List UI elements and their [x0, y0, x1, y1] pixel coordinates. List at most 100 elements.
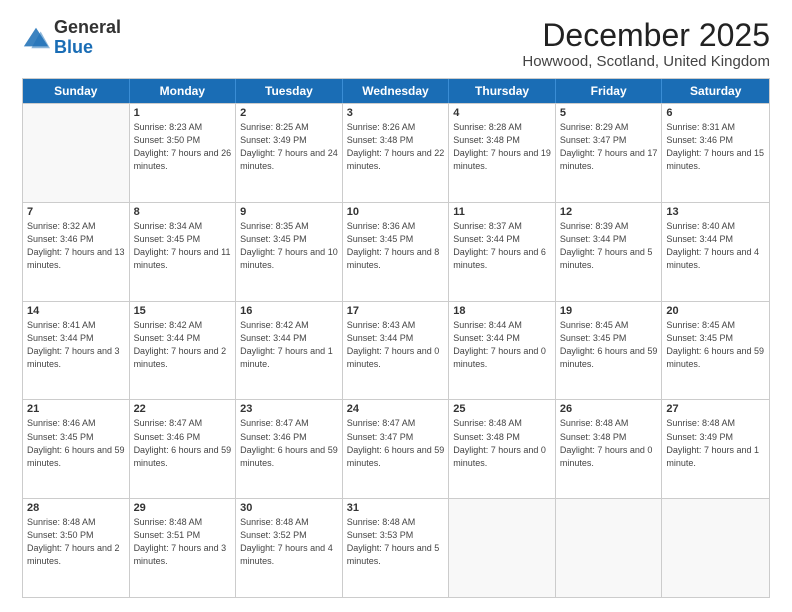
day-info: Sunrise: 8:34 AMSunset: 3:45 PMDaylight:… — [134, 220, 232, 272]
day-info: Sunrise: 8:48 AMSunset: 3:51 PMDaylight:… — [134, 516, 232, 568]
calendar-cell: 13Sunrise: 8:40 AMSunset: 3:44 PMDayligh… — [662, 203, 769, 301]
day-number: 18 — [453, 305, 551, 317]
logo-text: General Blue — [54, 18, 121, 58]
day-number: 15 — [134, 305, 232, 317]
calendar-cell: 24 Sunrise: 8:47 AMSunset: 3:47 PMDayligh… — [343, 400, 450, 498]
calendar-cell: 28Sunrise: 8:48 AMSunset: 3:50 PMDayligh… — [23, 499, 130, 597]
day-info: Sunrise: 8:35 AMSunset: 3:45 PMDaylight:… — [240, 220, 338, 272]
day-info: Sunrise: 8:41 AMSunset: 3:44 PMDaylight:… — [27, 319, 125, 371]
logo-icon — [22, 24, 50, 52]
day-number: 31 — [347, 502, 445, 514]
day-number: 22 — [134, 403, 232, 415]
day-info: Sunrise: 8:48 AMSunset: 3:48 PMDaylight:… — [453, 417, 551, 469]
day-number: 14 — [27, 305, 125, 317]
calendar-cell: 19Sunrise: 8:45 AMSunset: 3:45 PMDayligh… — [556, 302, 663, 400]
calendar-cell: 3Sunrise: 8:26 AMSunset: 3:48 PMDaylight… — [343, 104, 450, 202]
calendar-header-cell: Friday — [556, 79, 663, 103]
calendar-cell: 8 Sunrise: 8:34 AMSunset: 3:45 PMDaylight… — [130, 203, 237, 301]
day-info: Sunrise: 8:28 AMSunset: 3:48 PMDaylight:… — [453, 121, 551, 173]
day-info: Sunrise: 8:40 AMSunset: 3:44 PMDaylight:… — [666, 220, 765, 272]
calendar-cell: 23Sunrise: 8:47 AMSunset: 3:46 PMDayligh… — [236, 400, 343, 498]
day-info: Sunrise: 8:48 AMSunset: 3:48 PMDaylight:… — [560, 417, 658, 469]
day-info: Sunrise: 8:47 AMSunset: 3:46 PMDaylight:… — [134, 417, 232, 469]
day-number: 24 — [347, 403, 445, 415]
day-info: Sunrise: 8:42 AMSunset: 3:44 PMDaylight:… — [240, 319, 338, 371]
calendar-header-cell: Monday — [130, 79, 237, 103]
calendar-week-3: 14 Sunrise: 8:41 AMSunset: 3:44 PMDayligh… — [23, 301, 769, 400]
day-info: Sunrise: 8:48 AMSunset: 3:53 PMDaylight:… — [347, 516, 445, 568]
day-number: 16 — [240, 305, 338, 317]
day-number: 17 — [347, 305, 445, 317]
calendar-cell: 14 Sunrise: 8:41 AMSunset: 3:44 PMDayligh… — [23, 302, 130, 400]
calendar-header-cell: Tuesday — [236, 79, 343, 103]
logo-blue-text: Blue — [54, 37, 93, 57]
calendar-cell: 4 Sunrise: 8:28 AMSunset: 3:48 PMDaylight… — [449, 104, 556, 202]
day-number: 11 — [453, 206, 551, 218]
day-number: 27 — [666, 403, 765, 415]
day-number: 12 — [560, 206, 658, 218]
day-number: 26 — [560, 403, 658, 415]
day-info: Sunrise: 8:48 AMSunset: 3:50 PMDaylight:… — [27, 516, 125, 568]
day-number: 8 — [134, 206, 232, 218]
day-info: Sunrise: 8:26 AMSunset: 3:48 PMDaylight:… — [347, 121, 445, 173]
calendar-cell: 30 Sunrise: 8:48 AMSunset: 3:52 PMDayligh… — [236, 499, 343, 597]
day-number: 21 — [27, 403, 125, 415]
calendar-cell: 9 Sunrise: 8:35 AMSunset: 3:45 PMDaylight… — [236, 203, 343, 301]
calendar-header-cell: Thursday — [449, 79, 556, 103]
day-number: 7 — [27, 206, 125, 218]
day-number: 10 — [347, 206, 445, 218]
subtitle: Howwood, Scotland, United Kingdom — [522, 53, 770, 70]
calendar-cell: 1 Sunrise: 8:23 AMSunset: 3:50 PMDaylight… — [130, 104, 237, 202]
day-info: Sunrise: 8:29 AMSunset: 3:47 PMDaylight:… — [560, 121, 658, 173]
logo-general-text: General — [54, 17, 121, 37]
day-number: 25 — [453, 403, 551, 415]
calendar: SundayMondayTuesdayWednesdayThursdayFrid… — [22, 78, 770, 598]
calendar-cell: 12 Sunrise: 8:39 AMSunset: 3:44 PMDayligh… — [556, 203, 663, 301]
day-info: Sunrise: 8:32 AMSunset: 3:46 PMDaylight:… — [27, 220, 125, 272]
day-info: Sunrise: 8:25 AMSunset: 3:49 PMDaylight:… — [240, 121, 338, 173]
main-title: December 2025 — [522, 18, 770, 53]
day-info: Sunrise: 8:45 AMSunset: 3:45 PMDaylight:… — [560, 319, 658, 371]
day-info: Sunrise: 8:47 AMSunset: 3:46 PMDaylight:… — [240, 417, 338, 469]
calendar-header-cell: Wednesday — [343, 79, 450, 103]
calendar-cell: 29Sunrise: 8:48 AMSunset: 3:51 PMDayligh… — [130, 499, 237, 597]
day-number: 4 — [453, 107, 551, 119]
day-info: Sunrise: 8:45 AMSunset: 3:45 PMDaylight:… — [666, 319, 765, 371]
calendar-week-2: 7 Sunrise: 8:32 AMSunset: 3:46 PMDaylight… — [23, 202, 769, 301]
day-info: Sunrise: 8:47 AMSunset: 3:47 PMDaylight:… — [347, 417, 445, 469]
calendar-cell: 5 Sunrise: 8:29 AMSunset: 3:47 PMDaylight… — [556, 104, 663, 202]
day-info: Sunrise: 8:48 AMSunset: 3:49 PMDaylight:… — [666, 417, 765, 469]
day-number: 30 — [240, 502, 338, 514]
calendar-header-cell: Saturday — [662, 79, 769, 103]
day-info: Sunrise: 8:44 AMSunset: 3:44 PMDaylight:… — [453, 319, 551, 371]
calendar-cell: 15 Sunrise: 8:42 AMSunset: 3:44 PMDayligh… — [130, 302, 237, 400]
day-info: Sunrise: 8:48 AMSunset: 3:52 PMDaylight:… — [240, 516, 338, 568]
logo: General Blue — [22, 18, 121, 58]
day-info: Sunrise: 8:42 AMSunset: 3:44 PMDaylight:… — [134, 319, 232, 371]
day-info: Sunrise: 8:23 AMSunset: 3:50 PMDaylight:… — [134, 121, 232, 173]
calendar-cell: 7 Sunrise: 8:32 AMSunset: 3:46 PMDaylight… — [23, 203, 130, 301]
calendar-cell: 31 Sunrise: 8:48 AMSunset: 3:53 PMDayligh… — [343, 499, 450, 597]
day-number: 20 — [666, 305, 765, 317]
day-info: Sunrise: 8:39 AMSunset: 3:44 PMDaylight:… — [560, 220, 658, 272]
day-info: Sunrise: 8:43 AMSunset: 3:44 PMDaylight:… — [347, 319, 445, 371]
header: General Blue December 2025 Howwood, Scot… — [22, 18, 770, 70]
day-number: 5 — [560, 107, 658, 119]
calendar-cell: 20 Sunrise: 8:45 AMSunset: 3:45 PMDayligh… — [662, 302, 769, 400]
page: General Blue December 2025 Howwood, Scot… — [0, 0, 792, 612]
calendar-cell: 2Sunrise: 8:25 AMSunset: 3:49 PMDaylight… — [236, 104, 343, 202]
calendar-cell — [662, 499, 769, 597]
calendar-cell — [556, 499, 663, 597]
calendar-week-1: 1 Sunrise: 8:23 AMSunset: 3:50 PMDaylight… — [23, 103, 769, 202]
day-number: 1 — [134, 107, 232, 119]
day-info: Sunrise: 8:36 AMSunset: 3:45 PMDaylight:… — [347, 220, 445, 272]
calendar-cell: 16 Sunrise: 8:42 AMSunset: 3:44 PMDayligh… — [236, 302, 343, 400]
calendar-cell: 10 Sunrise: 8:36 AMSunset: 3:45 PMDayligh… — [343, 203, 450, 301]
calendar-cell: 26 Sunrise: 8:48 AMSunset: 3:48 PMDayligh… — [556, 400, 663, 498]
day-number: 9 — [240, 206, 338, 218]
title-block: December 2025 Howwood, Scotland, United … — [522, 18, 770, 70]
calendar-cell: 21Sunrise: 8:46 AMSunset: 3:45 PMDayligh… — [23, 400, 130, 498]
calendar-week-4: 21Sunrise: 8:46 AMSunset: 3:45 PMDayligh… — [23, 399, 769, 498]
day-info: Sunrise: 8:37 AMSunset: 3:44 PMDaylight:… — [453, 220, 551, 272]
calendar-week-5: 28Sunrise: 8:48 AMSunset: 3:50 PMDayligh… — [23, 498, 769, 597]
